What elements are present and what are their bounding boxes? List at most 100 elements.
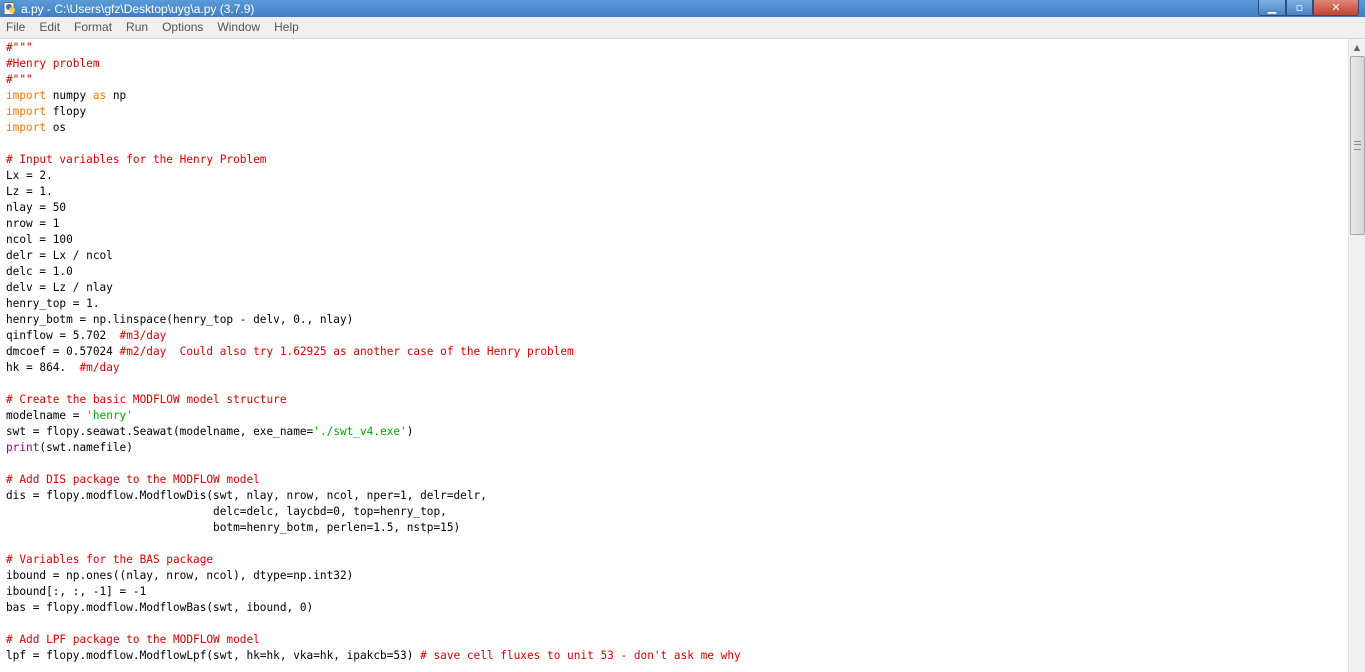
scroll-up-arrow-icon[interactable]: ▲	[1349, 39, 1365, 55]
code-token-keyword: import	[6, 121, 47, 134]
code-line[interactable]: dis = flopy.modflow.ModflowDis(swt, nlay…	[6, 488, 1349, 504]
code-token-plain: )	[406, 425, 414, 438]
code-line[interactable]: delr = Lx / ncol	[6, 248, 1349, 264]
code-line[interactable]: nrow = 1	[6, 216, 1349, 232]
code-line[interactable]: # Variables for the BAS package	[6, 552, 1349, 568]
code-token-plain: ncol = 100	[6, 233, 73, 246]
code-token-plain: delr = Lx / ncol	[6, 249, 113, 262]
code-token-plain: bas = flopy.modflow.ModflowBas(swt, ibou…	[6, 601, 314, 614]
menu-file[interactable]: File	[0, 17, 32, 38]
code-token-plain: ibound = np.ones((nlay, nrow, ncol), dty…	[6, 569, 354, 582]
code-line[interactable]: ncol = 100	[6, 232, 1349, 248]
code-line[interactable]: import numpy as np	[6, 88, 1349, 104]
code-token-plain: delc = 1.0	[6, 265, 73, 278]
code-token-plain: qinflow = 5.702	[6, 329, 120, 342]
code-token-comment: #"""	[6, 73, 33, 86]
code-line[interactable]: # Input variables for the Henry Problem	[6, 152, 1349, 168]
minimize-button[interactable]: ▁	[1258, 0, 1286, 16]
code-token-comment: # Variables for the BAS package	[6, 553, 214, 566]
code-line[interactable]	[6, 136, 1349, 152]
code-token-plain: (swt.namefile)	[39, 441, 133, 454]
menu-options[interactable]: Options	[155, 17, 210, 38]
code-token-plain: hk = 864.	[6, 361, 80, 374]
menu-help[interactable]: Help	[267, 17, 306, 38]
code-line[interactable]: Lz = 1.	[6, 184, 1349, 200]
code-token-comment: # Input variables for the Henry Problem	[6, 153, 267, 166]
code-line[interactable]	[6, 456, 1349, 472]
code-text[interactable]: #""" #Henry problem #""" import numpy as np…	[0, 39, 1349, 664]
code-token-string: 'henry'	[86, 409, 133, 422]
code-line[interactable]: lpf = flopy.modflow.ModflowLpf(swt, hk=h…	[6, 648, 1349, 664]
code-line[interactable]: ibound[:, :, -1] = -1	[6, 584, 1349, 600]
code-token-plain: os	[46, 121, 67, 134]
code-line[interactable]: # Add LPF package to the MODFLOW model	[6, 632, 1349, 648]
code-line[interactable]: #"""	[6, 72, 1349, 88]
grip-icon	[1354, 141, 1361, 150]
code-line[interactable]	[6, 536, 1349, 552]
code-token-plain: nlay = 50	[6, 201, 67, 214]
vertical-scrollbar[interactable]: ▲	[1348, 39, 1365, 672]
code-line[interactable]: nlay = 50	[6, 200, 1349, 216]
code-line[interactable]: import os	[6, 120, 1349, 136]
code-line[interactable]: print(swt.namefile)	[6, 440, 1349, 456]
code-line[interactable]: delv = Lz / nlay	[6, 280, 1349, 296]
code-line[interactable]: dmcoef = 0.57024 #m2/day Could also try …	[6, 344, 1349, 360]
menu-format[interactable]: Format	[67, 17, 119, 38]
code-token-plain: delv = Lz / nlay	[6, 281, 113, 294]
code-line[interactable]: botm=henry_botm, perlen=1.5, nstp=15)	[6, 520, 1349, 536]
code-editor[interactable]: #""" #Henry problem #""" import numpy as np…	[0, 39, 1349, 672]
code-line[interactable]: modelname = 'henry'	[6, 408, 1349, 424]
code-token-plain: henry_top = 1.	[6, 297, 100, 310]
code-line[interactable]: # Add DIS package to the MODFLOW model	[6, 472, 1349, 488]
title-bar[interactable]: a.py - C:\Users\gfz\Desktop\uyg\a.py (3.…	[0, 0, 1365, 17]
code-token-comment: # Add LPF package to the MODFLOW model	[6, 633, 260, 646]
code-line[interactable]: swt = flopy.seawat.Seawat(modelname, exe…	[6, 424, 1349, 440]
minimize-icon: ▁	[1267, 1, 1277, 14]
code-token-plain: henry_botm = np.linspace(henry_top - del…	[6, 313, 354, 326]
code-token-plain: dis = flopy.modflow.ModflowDis(swt, nlay…	[6, 489, 487, 502]
code-line[interactable]	[6, 616, 1349, 632]
code-line[interactable]	[6, 376, 1349, 392]
menu-window[interactable]: Window	[210, 17, 267, 38]
code-token-plain: np	[106, 89, 127, 102]
code-token-plain: modelname =	[6, 409, 87, 422]
code-token-plain: nrow = 1	[6, 217, 60, 230]
code-token-plain: delc=delc, laycbd=0, top=henry_top,	[6, 505, 447, 518]
code-token-plain: dmcoef = 0.57024	[6, 345, 120, 358]
code-line[interactable]: delc = 1.0	[6, 264, 1349, 280]
close-button[interactable]: ✕	[1313, 0, 1359, 16]
code-token-keyword: import	[6, 105, 47, 118]
code-token-plain: lpf = flopy.modflow.ModflowLpf(swt, hk=h…	[6, 649, 421, 662]
code-line[interactable]: qinflow = 5.702 #m3/day	[6, 328, 1349, 344]
code-token-plain: ibound[:, :, -1] = -1	[6, 585, 147, 598]
window-controls: ▁ ▫ ✕	[1258, 0, 1359, 16]
code-token-comment: # Add DIS package to the MODFLOW model	[6, 473, 260, 486]
python-file-icon	[3, 2, 17, 15]
code-token-comment: #m3/day	[119, 329, 167, 342]
scrollbar-thumb[interactable]	[1350, 56, 1365, 235]
code-token-comment: # save cell fluxes to unit 53 - don't as…	[420, 649, 741, 662]
menu-run[interactable]: Run	[119, 17, 155, 38]
code-line[interactable]: bas = flopy.modflow.ModflowBas(swt, ibou…	[6, 600, 1349, 616]
code-token-comment: #"""	[6, 41, 33, 54]
code-line[interactable]: #Henry problem	[6, 56, 1349, 72]
code-token-comment: #m2/day Could also try 1.62925 as anothe…	[119, 345, 574, 358]
window-title: a.py - C:\Users\gfz\Desktop\uyg\a.py (3.…	[21, 1, 255, 16]
code-token-comment: #m/day	[79, 361, 120, 374]
code-line[interactable]: Lx = 2.	[6, 168, 1349, 184]
code-line[interactable]: henry_botm = np.linspace(henry_top - del…	[6, 312, 1349, 328]
code-line[interactable]: import flopy	[6, 104, 1349, 120]
close-icon: ✕	[1331, 1, 1341, 14]
code-line[interactable]: #"""	[6, 40, 1349, 56]
code-line[interactable]: henry_top = 1.	[6, 296, 1349, 312]
code-line[interactable]: ibound = np.ones((nlay, nrow, ncol), dty…	[6, 568, 1349, 584]
code-line[interactable]: delc=delc, laycbd=0, top=henry_top,	[6, 504, 1349, 520]
code-token-plain: numpy	[46, 89, 93, 102]
code-line[interactable]: # Create the basic MODFLOW model structu…	[6, 392, 1349, 408]
code-token-builtin: print	[6, 441, 40, 454]
code-line[interactable]: hk = 864. #m/day	[6, 360, 1349, 376]
maximize-icon: ▫	[1295, 1, 1304, 14]
maximize-button[interactable]: ▫	[1286, 0, 1313, 16]
menu-edit[interactable]: Edit	[32, 17, 67, 38]
code-token-plain: flopy	[46, 105, 87, 118]
